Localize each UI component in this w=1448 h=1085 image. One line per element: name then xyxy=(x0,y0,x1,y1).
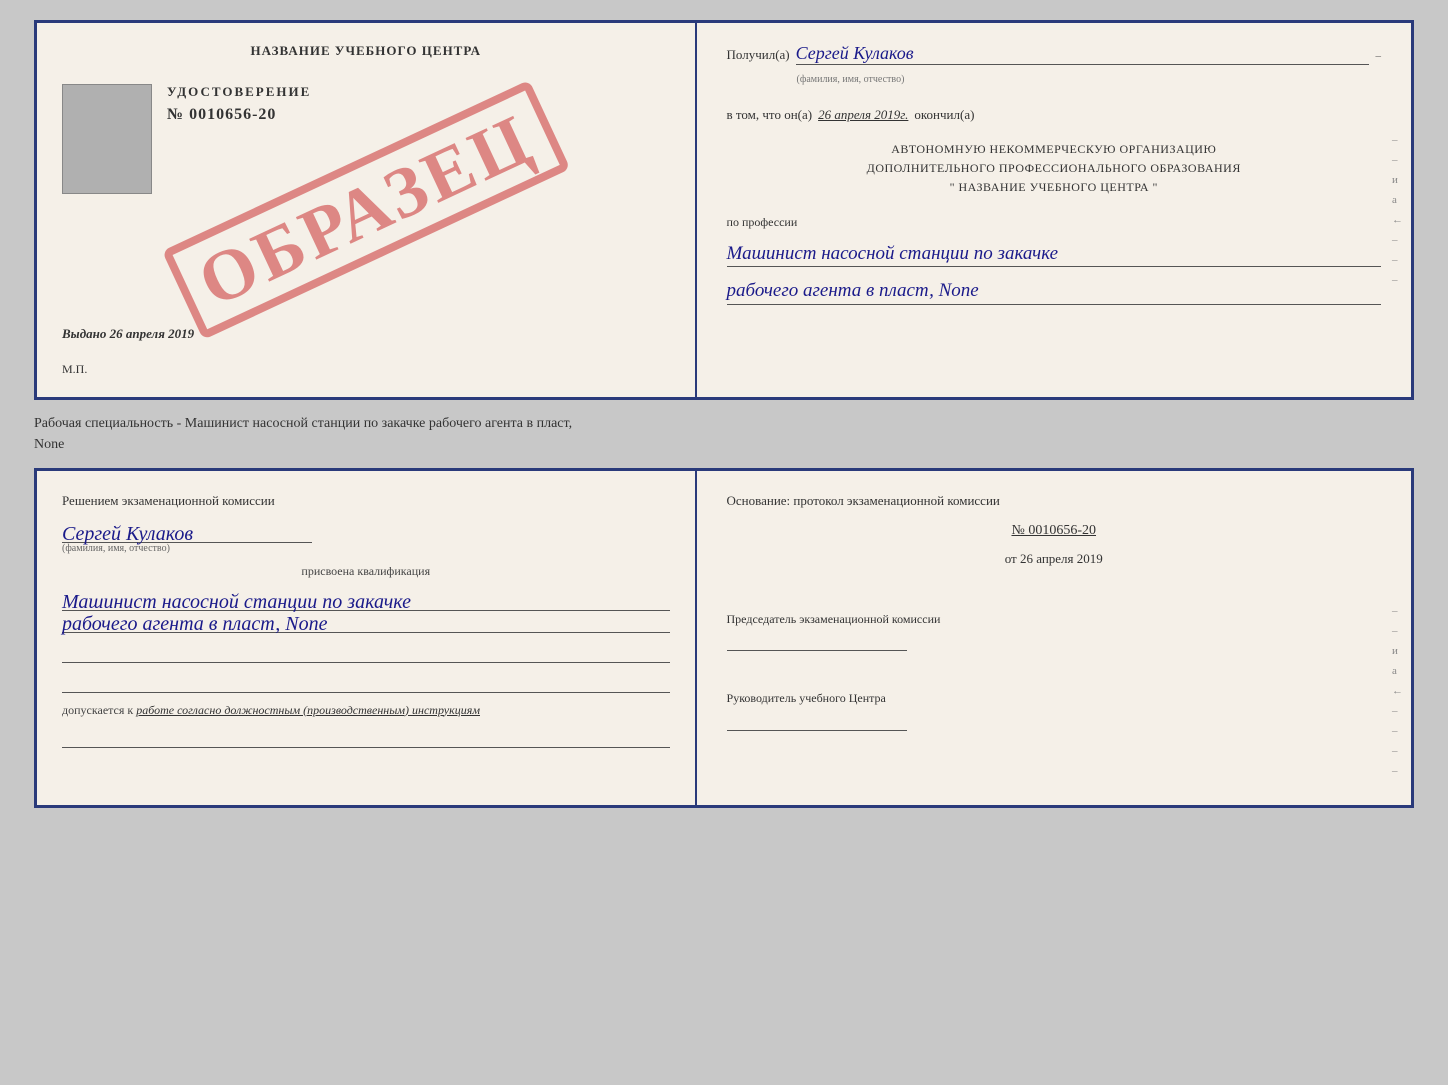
допускается-row: допускается к работе согласно должностны… xyxy=(62,703,670,718)
underline3 xyxy=(62,728,670,748)
inside-spread: Решением экзаменационной комиссии Сергей… xyxy=(34,468,1414,808)
protocol-number: № 0010656-20 xyxy=(727,523,1381,539)
profession-label: по профессии xyxy=(727,215,1381,230)
cert-right: Получил(а) Сергей Кулаков – (фамилия, им… xyxy=(697,23,1411,397)
name-sublabel-top: (фамилия, имя, отчество) xyxy=(797,74,905,85)
mp-label: М.П. xyxy=(62,362,670,377)
qualification-block: Машинист насосной станции по закачке раб… xyxy=(62,589,670,633)
middle-text: Рабочая специальность - Машинист насосно… xyxy=(34,408,1414,460)
chairman-sig-line xyxy=(727,631,907,651)
cert-photo xyxy=(62,84,152,194)
issued-date: 26 апреля 2019 xyxy=(110,326,195,341)
underline1 xyxy=(62,643,670,663)
head-sig-line xyxy=(727,711,907,731)
head-label: Руководитель учебного Центра xyxy=(727,690,1381,707)
profession-line1: Машинист насосной станции по закачке xyxy=(727,242,1381,268)
cert-id-text: УДОСТОВЕРЕНИЕ № 0010656-20 xyxy=(167,84,311,124)
org-text: АВТОНОМНУЮ НЕКОММЕРЧЕСКУЮ ОРГАНИЗАЦИЮ ДО… xyxy=(727,140,1381,198)
received-row: Получил(а) Сергей Кулаков – xyxy=(727,43,1381,65)
date-row: в том, что он(а) 26 апреля 2019г. окончи… xyxy=(727,107,1381,123)
cert-label: УДОСТОВЕРЕНИЕ xyxy=(167,84,311,100)
document-wrapper: НАЗВАНИЕ УЧЕБНОГО ЦЕНТРА УДОСТОВЕРЕНИЕ №… xyxy=(34,20,1414,808)
inside-left: Решением экзаменационной комиссии Сергей… xyxy=(37,471,697,805)
date-value: 26 апреля 2019г. xyxy=(818,107,908,123)
received-name: Сергей Кулаков xyxy=(796,43,1370,65)
protocol-date: от 26 апреля 2019 xyxy=(727,551,1381,567)
date-prefix: в том, что он(а) xyxy=(727,107,813,123)
received-label: Получил(а) xyxy=(727,47,790,63)
qual-line1: Машинист насосной станции по закачке xyxy=(62,591,411,613)
cert-id-section: УДОСТОВЕРЕНИЕ № 0010656-20 xyxy=(62,84,670,194)
underline2 xyxy=(62,673,670,693)
cert-left: НАЗВАНИЕ УЧЕБНОГО ЦЕНТРА УДОСТОВЕРЕНИЕ №… xyxy=(37,23,697,397)
qual-line2: рабочего агента в пласт, None xyxy=(62,613,327,635)
chairman-label: Председатель экзаменационной комиссии xyxy=(727,611,1381,628)
cert-spread: НАЗВАНИЕ УЧЕБНОГО ЦЕНТРА УДОСТОВЕРЕНИЕ №… xyxy=(34,20,1414,400)
finished-label: окончил(а) xyxy=(914,107,974,123)
decision-label: Решением экзаменационной комиссии xyxy=(62,491,670,511)
cert-issued-row: Выдано 26 апреля 2019 xyxy=(62,326,670,347)
side-marks-inside-right: – – и а ← – – – – xyxy=(1392,605,1403,777)
basis-label: Основание: протокол экзаменационной коми… xyxy=(727,491,1381,511)
cert-number: № 0010656-20 xyxy=(167,106,311,124)
side-marks-right: – – и а ← – – – xyxy=(1392,134,1403,286)
chairman-row: Председатель экзаменационной комиссии xyxy=(727,611,1381,652)
profession-line2: рабочего агента в пласт, None xyxy=(727,279,1381,305)
head-row: Руководитель учебного Центра xyxy=(727,690,1381,731)
inside-person-name: Сергей Кулаков (фамилия, имя, отчество) xyxy=(62,521,670,554)
cert-school-title: НАЗВАНИЕ УЧЕБНОГО ЦЕНТРА xyxy=(62,43,670,59)
допускается-value: работе согласно должностным (производств… xyxy=(136,703,480,717)
issued-label: Выдано xyxy=(62,326,106,341)
assigned-label: присвоена квалификация xyxy=(62,564,670,579)
inside-right: Основание: протокол экзаменационной коми… xyxy=(697,471,1411,805)
